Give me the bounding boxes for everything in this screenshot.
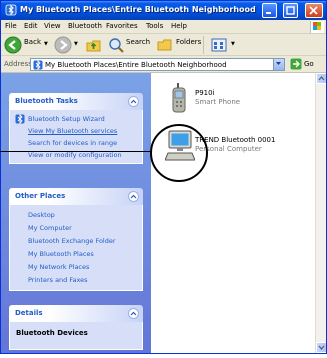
collapse-icon[interactable]: [128, 191, 139, 202]
views-icon[interactable]: [210, 36, 228, 54]
callout-circle: [150, 124, 208, 182]
place-network-places[interactable]: My Network Places: [28, 263, 89, 271]
go-arrow-icon: [290, 58, 302, 70]
place-exchange-folder[interactable]: Bluetooth Exchange Folder: [28, 237, 116, 245]
forward-dropdown-icon[interactable]: ▼: [74, 41, 78, 47]
menu-bluetooth[interactable]: Bluetooth: [68, 22, 102, 30]
scroll-down-button[interactable]: [316, 342, 326, 353]
address-value: My Bluetooth Places\Entire Bluetooth Nei…: [45, 61, 227, 69]
place-desktop[interactable]: Desktop: [28, 211, 55, 219]
address-label: Address: [4, 60, 32, 68]
toolbar: Back ▼ ▼ Search Folders ▼: [1, 34, 326, 56]
collapse-icon[interactable]: [128, 308, 139, 319]
other-places-panel: Other Places Desktop My Computer Bluetoo…: [9, 188, 143, 291]
search-icon[interactable]: [107, 36, 125, 54]
details-value: Bluetooth Devices: [16, 329, 88, 337]
menu-favorites[interactable]: Favorites: [106, 22, 138, 30]
minimize-button[interactable]: [262, 3, 277, 18]
back-button[interactable]: Back: [24, 38, 41, 46]
forward-arrow-icon[interactable]: [54, 36, 72, 54]
chevron-up-icon: [318, 75, 325, 81]
back-arrow-icon[interactable]: [4, 36, 22, 54]
menu-edit[interactable]: Edit: [24, 22, 38, 30]
device-item[interactable]: P910i Smart Phone: [157, 83, 307, 119]
up-folder-icon[interactable]: [85, 36, 103, 54]
minimize-icon: [266, 12, 271, 14]
chevron-down-icon: [276, 62, 281, 65]
place-my-computer[interactable]: My Computer: [28, 224, 72, 232]
folders-button[interactable]: Folders: [176, 38, 201, 46]
vertical-scrollbar[interactable]: [315, 73, 326, 353]
menu-view[interactable]: View: [44, 22, 61, 30]
maximize-icon: [286, 6, 295, 15]
content-pane: P910i Smart Phone TREND Bluetooth 0001 P…: [151, 73, 315, 353]
callout-line: [0, 151, 152, 152]
place-bluetooth-places[interactable]: My Bluetooth Places: [28, 250, 94, 258]
other-places-title: Other Places: [15, 192, 66, 200]
details-body: Bluetooth Devices: [9, 322, 143, 350]
chevron-down-icon: [318, 345, 325, 351]
bluetooth-folder-icon: [33, 60, 43, 70]
bluetooth-places-icon: [5, 4, 17, 16]
place-printers-faxes[interactable]: Printers and Faxes: [28, 276, 88, 284]
title-bar[interactable]: My Bluetooth Places\Entire Bluetooth Nei…: [1, 1, 326, 20]
toolbar-separator: [203, 36, 204, 54]
other-places-body: Desktop My Computer Bluetooth Exchange F…: [9, 205, 143, 291]
go-label: Go: [304, 60, 314, 68]
task-pane: Bluetooth Tasks Bluetooth Setup Wizard V…: [1, 73, 151, 353]
device-name: P910i: [195, 89, 215, 97]
menu-tools[interactable]: Tools: [146, 22, 163, 30]
task-search-devices[interactable]: Search for devices in range: [28, 139, 117, 147]
back-dropdown-icon[interactable]: ▼: [44, 41, 48, 47]
close-button[interactable]: [305, 3, 323, 18]
address-dropdown-button[interactable]: [273, 59, 284, 70]
address-bar: Address My Bluetooth Places\Entire Bluet…: [1, 56, 326, 73]
scroll-up-button[interactable]: [316, 73, 326, 84]
bluetooth-wizard-icon: [15, 114, 25, 124]
folders-icon[interactable]: [156, 36, 174, 54]
bluetooth-tasks-panel: Bluetooth Tasks Bluetooth Setup Wizard V…: [9, 93, 143, 164]
go-button[interactable]: Go: [290, 58, 322, 71]
windows-logo-icon: [310, 21, 324, 33]
views-dropdown-icon[interactable]: ▼: [231, 41, 235, 47]
device-name: TREND Bluetooth 0001: [195, 136, 276, 144]
task-view-configuration[interactable]: View or modify configuration: [28, 151, 122, 159]
details-title: Details: [15, 309, 43, 317]
close-icon: [309, 6, 318, 15]
bluetooth-tasks-title: Bluetooth Tasks: [15, 97, 78, 105]
menu-help[interactable]: Help: [171, 22, 187, 30]
task-setup-wizard[interactable]: Bluetooth Setup Wizard: [28, 115, 105, 123]
menu-file[interactable]: File: [5, 22, 17, 30]
search-button[interactable]: Search: [126, 38, 150, 46]
bluetooth-tasks-body: Bluetooth Setup Wizard View My Bluetooth…: [9, 110, 143, 164]
bluetooth-tasks-header[interactable]: Bluetooth Tasks: [9, 93, 143, 110]
address-input[interactable]: My Bluetooth Places\Entire Bluetooth Nei…: [30, 58, 285, 71]
details-header[interactable]: Details: [9, 305, 143, 322]
other-places-header[interactable]: Other Places: [9, 188, 143, 205]
window-title: My Bluetooth Places\Entire Bluetooth Nei…: [20, 5, 256, 14]
device-type: Smart Phone: [195, 98, 241, 106]
collapse-icon[interactable]: [128, 96, 139, 107]
menu-bar: File Edit View Bluetooth Favorites Tools…: [1, 20, 326, 34]
task-view-services[interactable]: View My Bluetooth services: [28, 127, 117, 135]
maximize-button[interactable]: [283, 3, 298, 18]
phone-icon: [172, 83, 186, 113]
details-panel: Details Bluetooth Devices: [9, 305, 143, 350]
